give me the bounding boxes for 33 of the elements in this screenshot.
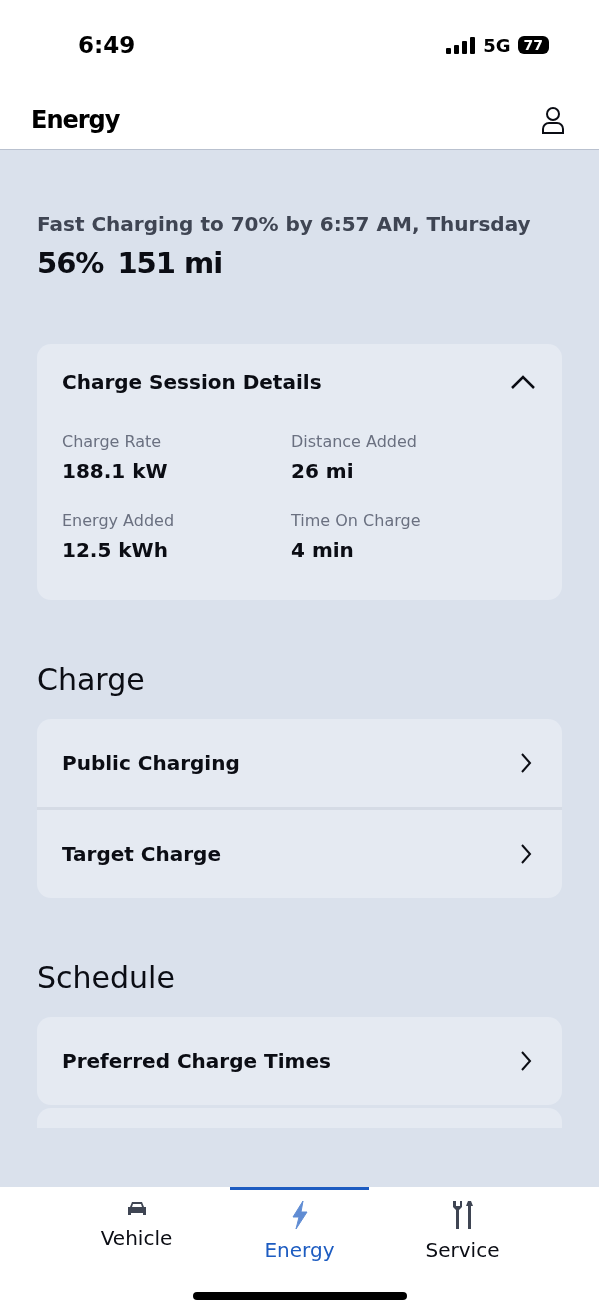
detail-label: Distance Added: [291, 432, 419, 451]
section-title: Schedule: [37, 960, 176, 995]
detail-value: 4 min: [291, 538, 355, 562]
page-title: Energy: [31, 105, 120, 134]
detail-value: 12.5 kWh: [62, 538, 169, 562]
charging-status-text: Fast Charging to 70% by 6:57 AM, Thursday: [37, 212, 532, 236]
person-icon[interactable]: [541, 105, 565, 134]
tab-button[interactable]: Service: [393, 1187, 532, 1270]
tab-button[interactable]: Vehicle: [67, 1187, 206, 1270]
chevron-right-icon: [520, 752, 532, 774]
detail-value: 26 mi: [291, 459, 355, 483]
section-title: Charge: [37, 662, 146, 697]
bolt-icon: [289, 1200, 310, 1230]
range-value: 151 mi: [117, 246, 223, 280]
detail-label: Charge Rate: [62, 432, 163, 451]
tab-button[interactable]: Energy: [230, 1187, 369, 1270]
chevron-right-icon: [520, 1050, 532, 1072]
chevron-up-icon[interactable]: [510, 374, 536, 390]
detail-value: 188.1 kW: [62, 459, 169, 483]
menu-row[interactable]: Target Charge: [37, 807, 562, 898]
signal-icon: [446, 36, 477, 54]
tools-icon: [450, 1200, 475, 1230]
chevron-right-icon: [520, 843, 532, 865]
charge-percent: 56%: [37, 246, 104, 280]
network-label: 5G: [483, 34, 511, 56]
status-time: 6:49: [78, 32, 136, 58]
detail-label: Time On Charge: [291, 511, 422, 530]
card-title: Charge Session Details: [62, 370, 322, 394]
car-icon: [125, 1200, 148, 1218]
menu-row[interactable]: Preferred Charge Times: [37, 1017, 562, 1105]
battery-indicator: 77: [517, 36, 549, 54]
menu-row[interactable]: Public Charging: [37, 719, 562, 807]
detail-label: Energy Added: [62, 511, 176, 530]
